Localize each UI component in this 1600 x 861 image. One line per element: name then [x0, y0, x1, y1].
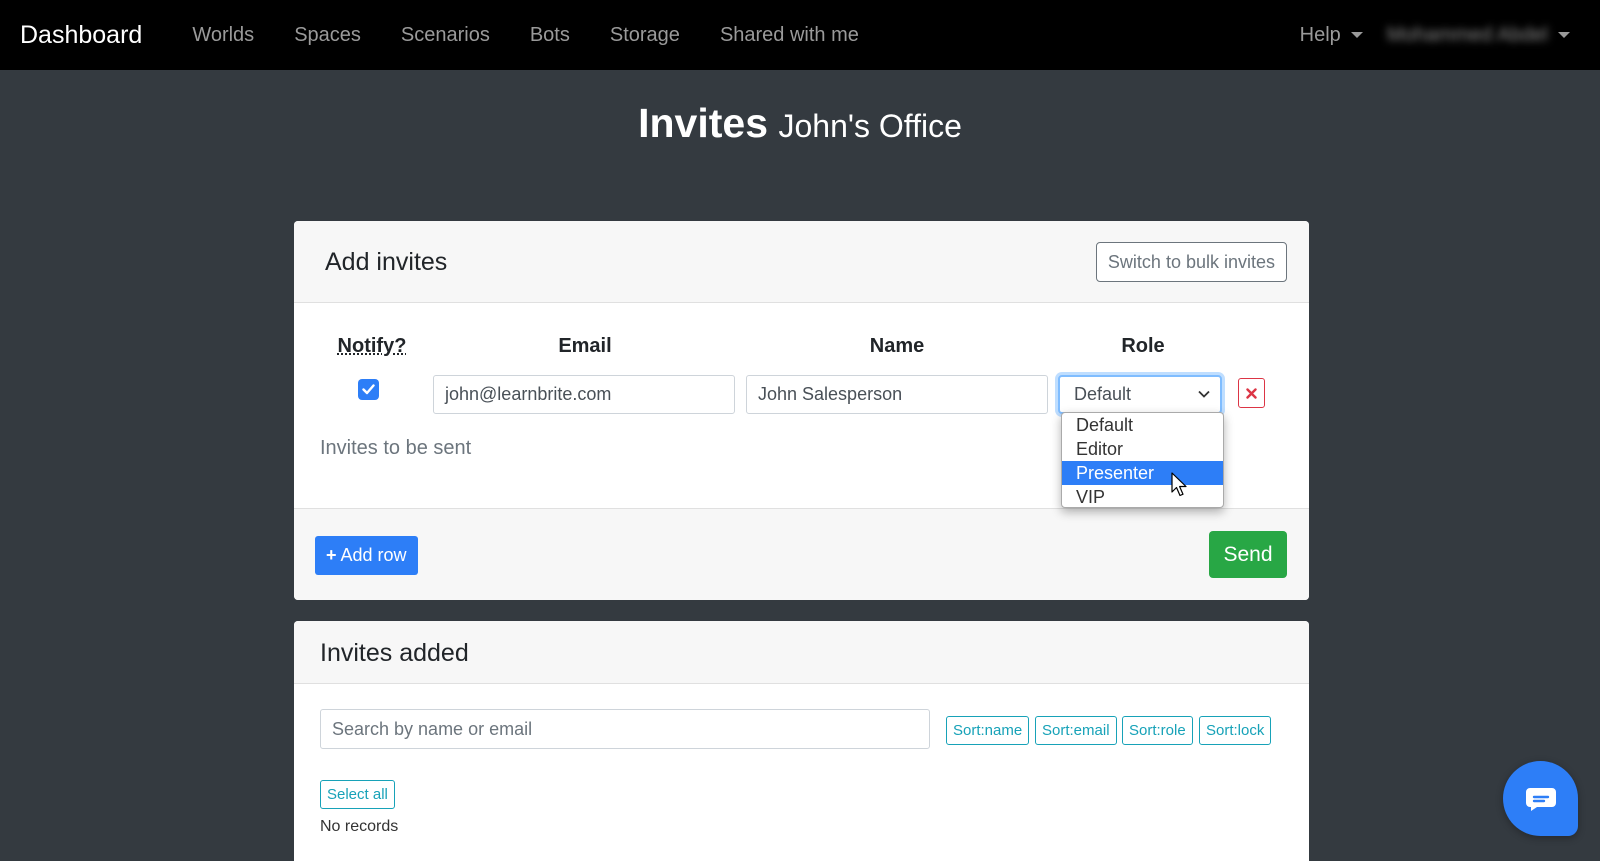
- role-column-header: Role: [1121, 335, 1165, 357]
- user-menu[interactable]: Mohammed Abdel: [1387, 24, 1570, 47]
- add-row-label: Add row: [340, 545, 407, 565]
- name-column-header: Name: [869, 335, 925, 357]
- email-column-header: Email: [558, 335, 612, 357]
- role-option-presenter[interactable]: Presenter: [1062, 461, 1223, 485]
- sort-email-button[interactable]: Sort:email: [1035, 716, 1117, 745]
- chevron-down-icon: [1198, 390, 1210, 398]
- caret-down-icon: [1350, 32, 1363, 38]
- invites-added-title: Invites added: [320, 639, 469, 667]
- help-dropdown[interactable]: Help: [1300, 24, 1363, 47]
- role-option-default[interactable]: Default: [1062, 413, 1223, 437]
- caret-down-icon: [1558, 32, 1570, 38]
- check-icon: [362, 384, 375, 395]
- mouse-cursor-icon: [1171, 472, 1187, 497]
- notify-checkbox[interactable]: [358, 379, 379, 400]
- nav-links: Worlds Spaces Scenarios Bots Storage Sha…: [172, 24, 879, 47]
- nav-storage[interactable]: Storage: [590, 24, 700, 47]
- page-title-sub: John's Office: [778, 108, 962, 144]
- switch-bulk-invites-button[interactable]: Switch to bulk invites: [1095, 242, 1287, 282]
- invites-added-card: Invites added Search by name or email So…: [294, 621, 1309, 861]
- chat-icon: [1525, 787, 1556, 811]
- close-icon: [1246, 387, 1257, 399]
- nav-scenarios[interactable]: Scenarios: [381, 24, 510, 47]
- nav-shared-with-me[interactable]: Shared with me: [700, 24, 879, 47]
- nav-right: Help Mohammed Abdel: [1300, 0, 1570, 70]
- sort-name-button[interactable]: Sort:name: [946, 716, 1030, 745]
- help-label: Help: [1299, 23, 1341, 46]
- name-input[interactable]: John Salesperson: [746, 375, 1048, 414]
- user-name: Mohammed Abdel: [1386, 23, 1548, 46]
- search-input[interactable]: Search by name or email: [320, 709, 930, 749]
- brand-link[interactable]: Dashboard: [20, 21, 142, 50]
- no-records-text: No records: [320, 818, 399, 835]
- add-invites-header: Add invites Switch to bulk invites: [294, 221, 1309, 303]
- invites-added-header: Invites added: [294, 621, 1309, 684]
- chat-widget-button[interactable]: [1503, 761, 1578, 836]
- top-navbar: Dashboard Worlds Spaces Scenarios Bots S…: [0, 0, 1600, 70]
- page-title-main: Invites: [638, 100, 769, 146]
- remove-row-button[interactable]: [1238, 378, 1265, 408]
- add-invites-title: Add invites: [325, 248, 448, 276]
- sort-lock-button[interactable]: Sort:lock: [1199, 716, 1272, 745]
- page-title: Invites John's Office: [0, 100, 1600, 147]
- plus-icon: +: [326, 545, 337, 565]
- role-select[interactable]: Default: [1058, 375, 1222, 414]
- notify-column-header: Notify?: [337, 335, 407, 357]
- nav-bots[interactable]: Bots: [510, 24, 590, 47]
- send-button[interactable]: Send: [1209, 531, 1287, 578]
- add-invites-footer: + Add row Send: [294, 508, 1309, 600]
- nav-spaces[interactable]: Spaces: [274, 24, 381, 47]
- invites-to-be-sent-text: Invites to be sent: [320, 437, 472, 459]
- add-row-button[interactable]: + Add row: [315, 536, 418, 575]
- nav-worlds[interactable]: Worlds: [172, 24, 274, 47]
- role-option-editor[interactable]: Editor: [1062, 437, 1223, 461]
- role-dropdown-list: Default Editor Presenter VIP: [1061, 412, 1224, 508]
- role-select-value: Default: [1074, 384, 1132, 404]
- select-all-button[interactable]: Select all: [320, 780, 395, 809]
- email-input[interactable]: john@learnbrite.com: [433, 375, 735, 414]
- sort-role-button[interactable]: Sort:role: [1122, 716, 1193, 745]
- add-invites-card: Add invites Switch to bulk invites Notif…: [294, 221, 1309, 600]
- role-option-vip[interactable]: VIP: [1062, 485, 1223, 507]
